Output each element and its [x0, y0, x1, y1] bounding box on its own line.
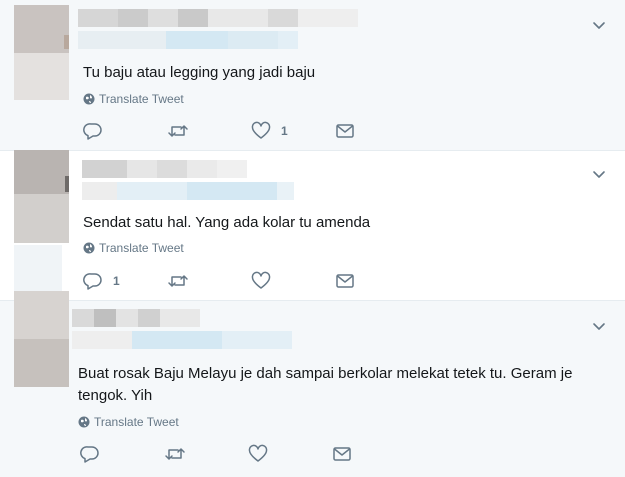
tweet-item[interactable]: Sendat satu hal. Yang ada kolar tu amend…	[0, 150, 625, 301]
direct-message-button[interactable]	[335, 121, 355, 141]
tweet-text-line-1: Buat rosak Baju Melayu je dah sampai ber…	[78, 365, 573, 382]
reply-icon	[83, 273, 102, 290]
like-button[interactable]	[248, 444, 278, 464]
author-handle-blurred	[82, 182, 294, 200]
translate-tweet-link[interactable]: Translate Tweet	[83, 92, 184, 106]
retweet-icon	[168, 275, 188, 287]
translate-label: Translate Tweet	[99, 92, 184, 106]
envelope-icon	[336, 274, 354, 288]
translate-tweet-link[interactable]: Translate Tweet	[78, 415, 179, 429]
reply-button[interactable]	[83, 121, 113, 141]
reply-icon	[80, 446, 99, 463]
retweet-button[interactable]	[164, 444, 196, 464]
translate-tweet-link[interactable]: Translate Tweet	[83, 241, 184, 255]
author-name-blurred[interactable]	[78, 9, 358, 27]
heart-icon	[251, 121, 271, 139]
like-count: 1	[281, 124, 288, 138]
heart-icon	[251, 271, 271, 289]
translate-label: Translate Tweet	[99, 241, 184, 255]
reply-icon	[83, 123, 102, 140]
author-name-blurred[interactable]	[72, 309, 200, 327]
tweet-actions: 1	[83, 271, 383, 291]
avatar-shadow	[14, 245, 62, 291]
like-button[interactable]: 1	[251, 121, 288, 141]
direct-message-button[interactable]	[335, 271, 355, 291]
avatar[interactable]	[14, 150, 69, 243]
like-button[interactable]	[251, 271, 281, 291]
globe-icon	[78, 416, 90, 428]
author-handle-blurred	[78, 31, 298, 49]
tweet-item[interactable]: Tu baju atau legging yang jadi baju Tran…	[0, 0, 625, 150]
author-name-blurred[interactable]	[82, 160, 247, 178]
retweet-icon	[168, 125, 188, 137]
reply-button[interactable]	[80, 444, 110, 464]
chevron-down-icon[interactable]	[590, 317, 608, 335]
tweet-text: Tu baju atau legging yang jadi baju	[83, 64, 316, 81]
envelope-icon	[333, 447, 351, 461]
tweet-text-line-2: tengok. Yih	[78, 387, 153, 404]
globe-icon	[83, 242, 95, 254]
tweet-actions	[80, 444, 380, 464]
retweet-icon	[165, 448, 185, 460]
globe-icon	[83, 93, 95, 105]
avatar[interactable]	[14, 291, 69, 387]
reply-count: 1	[113, 274, 120, 288]
tweet-actions: 1	[83, 121, 383, 141]
reply-button[interactable]: 1	[83, 271, 120, 291]
tweet-item[interactable]: Buat rosak Baju Melayu je dah sampai ber…	[0, 291, 625, 477]
heart-icon	[248, 444, 268, 462]
translate-label: Translate Tweet	[94, 415, 179, 429]
envelope-icon	[336, 124, 354, 138]
retweet-button[interactable]	[167, 271, 199, 291]
chevron-down-icon[interactable]	[590, 165, 608, 183]
chevron-down-icon[interactable]	[590, 16, 608, 34]
avatar[interactable]	[14, 5, 69, 100]
author-handle-blurred	[72, 331, 292, 349]
tweet-text: Sendat satu hal. Yang ada kolar tu amend…	[83, 214, 371, 231]
direct-message-button[interactable]	[332, 444, 352, 464]
retweet-button[interactable]	[167, 121, 199, 141]
